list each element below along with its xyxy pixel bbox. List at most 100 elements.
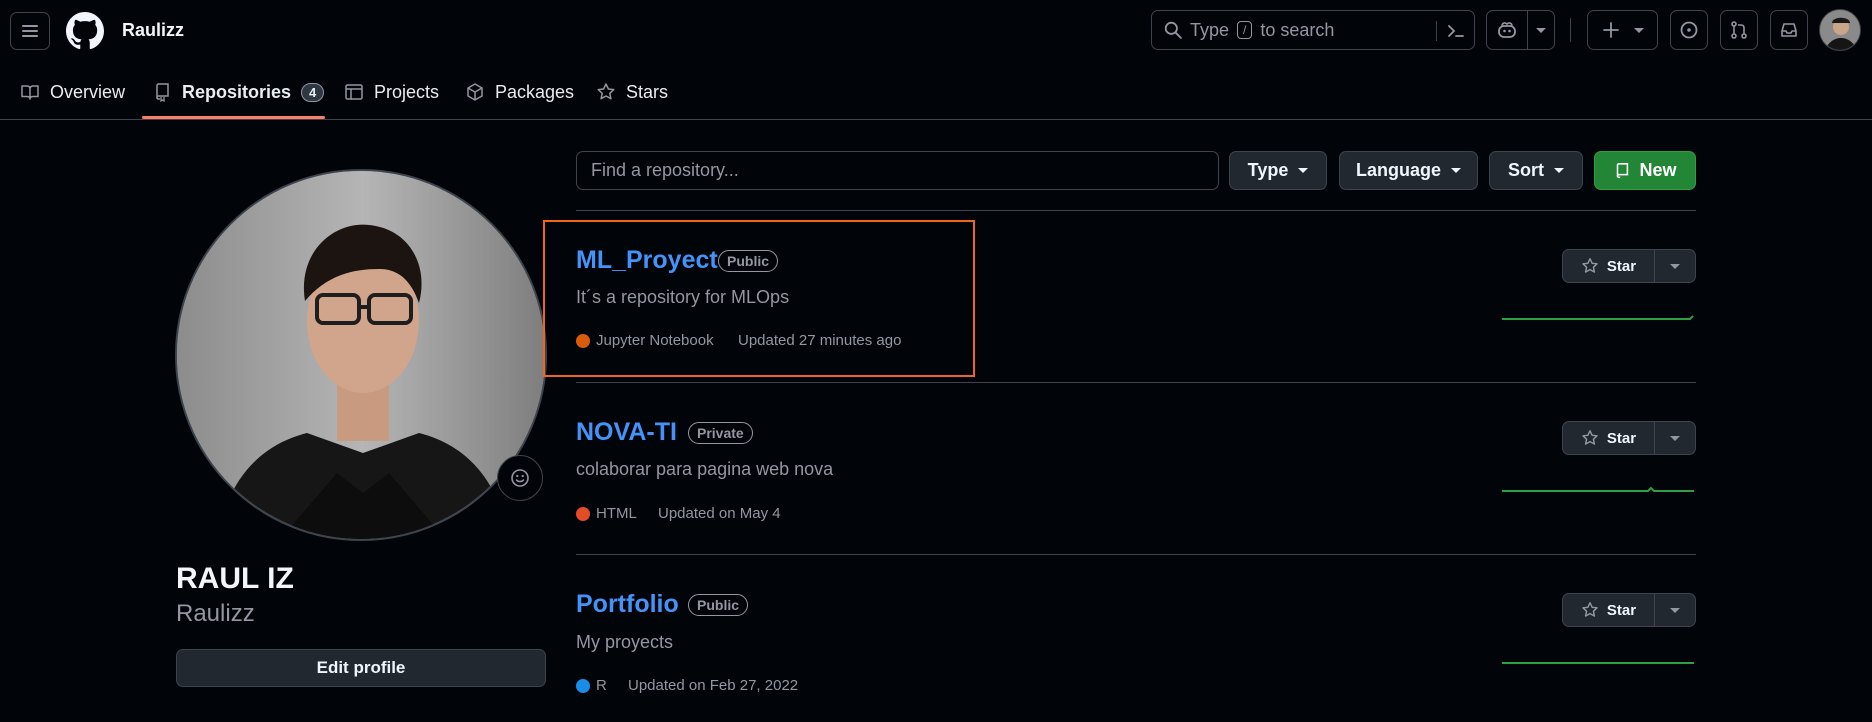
star-list-dropdown[interactable] [1655,250,1695,282]
smiley-icon [511,469,529,487]
type-filter-button[interactable]: Type [1229,151,1327,190]
star-icon [1582,602,1598,617]
activity-sparkline [1502,315,1694,320]
chevron-down-icon [1670,607,1680,613]
star-label: Star [1606,601,1637,619]
hamburger-icon [22,25,38,37]
repo-updated: Updated on May 4 [658,505,781,522]
sort-filter-button[interactable]: Sort [1489,151,1583,190]
tab-repositories[interactable]: Repositories 4 [152,72,325,112]
language-filter-button[interactable]: Language [1339,151,1478,190]
language-color-dot [576,678,590,693]
language-color-dot [576,333,590,348]
repo-description: My proyects [576,632,674,652]
repo-name-link[interactable]: Portfolio [576,590,679,619]
avatar[interactable] [1819,9,1861,51]
star-label: Star [1606,429,1637,447]
search-key-hint: / [1237,21,1253,39]
new-repository-label: New [1639,160,1677,180]
repo-language-label: Jupyter Notebook [596,332,714,349]
profile-photo[interactable] [175,169,547,541]
search-placeholder-pre: Type [1190,19,1230,40]
copilot-dropdown-button[interactable] [1527,10,1555,50]
repo-language: HTML [576,505,637,522]
pull-requests-button[interactable] [1720,10,1758,50]
command-palette-icon[interactable] [1446,21,1466,41]
profile-username: Raulizz [176,600,255,627]
copilot-button[interactable] [1486,10,1528,50]
issues-button[interactable] [1670,10,1708,50]
repo-visibility-badge: Public [718,250,779,272]
tab-projects[interactable]: Projects [344,72,439,112]
plus-icon [1602,22,1619,38]
chevron-down-icon [1670,263,1680,269]
chevron-down-icon [1554,168,1564,173]
list-divider [576,382,1696,383]
github-logo-icon[interactable] [66,12,104,50]
star-icon [1582,430,1598,445]
repo-icon [1617,162,1629,178]
repositories-count-badge: 4 [301,82,325,102]
star-button[interactable]: Star [1563,594,1655,626]
star-button[interactable]: Star [1563,250,1655,282]
chevron-down-icon [1451,168,1461,173]
nav-divider [0,119,1872,120]
pull-request-icon [1731,21,1747,39]
repo-visibility-badge: Public [688,594,749,616]
repo-description: colaborar para pagina web nova [576,459,834,479]
edit-profile-button[interactable]: Edit profile [176,649,546,687]
inbox-button[interactable] [1770,10,1808,50]
list-divider [576,554,1696,555]
tab-overview[interactable]: Overview [20,72,125,112]
tab-overview-label: Overview [50,81,126,102]
tab-packages-label: Packages [495,81,575,102]
issue-opened-icon [1680,21,1698,39]
copilot-icon [1498,22,1516,38]
tab-packages[interactable]: Packages [465,72,574,112]
star-button-group[interactable]: Star [1562,249,1696,283]
set-status-button[interactable] [497,455,543,501]
header-username[interactable]: Raulizz [122,20,184,41]
type-filter-label: Type [1247,160,1289,180]
chevron-down-icon [1633,27,1644,33]
language-filter-label: Language [1355,160,1441,180]
find-repository-input[interactable]: Find a repository... [576,151,1219,190]
package-icon [467,83,483,101]
chevron-down-icon [1298,168,1309,173]
profile-full-name: RAUL IZ [176,562,294,595]
star-button-group[interactable]: Star [1562,421,1696,455]
repo-name-link[interactable]: NOVA-TI [576,418,677,447]
create-new-button[interactable] [1587,10,1658,50]
repo-icon [156,83,169,102]
sort-filter-label: Sort [1508,160,1544,180]
star-button-group[interactable]: Star [1562,593,1696,627]
hamburger-menu-button[interactable] [10,12,50,50]
star-icon [1582,258,1598,273]
tab-projects-label: Projects [374,81,440,102]
activity-sparkline [1502,486,1694,492]
repo-language: Jupyter Notebook [576,332,714,349]
repo-description: It´s a repository for MLOps [576,287,790,307]
language-color-dot [576,506,590,521]
activity-sparkline [1502,662,1694,664]
star-list-dropdown[interactable] [1655,422,1695,454]
repo-language: R [576,677,607,694]
search-icon [1164,21,1182,39]
star-label: Star [1606,257,1637,275]
repo-name-link[interactable]: ML_Proyect [576,246,718,275]
new-repository-button[interactable]: New [1594,151,1696,190]
search-input[interactable]: Type / to search [1151,10,1475,50]
search-placeholder-post: to search [1260,19,1335,40]
repo-visibility-badge: Private [688,422,753,444]
book-icon [21,85,39,100]
find-repository-placeholder: Find a repository... [591,160,739,180]
tab-repositories-label: Repositories [182,81,292,102]
repo-language-label: R [596,677,607,694]
repo-updated: Updated on Feb 27, 2022 [628,677,799,694]
star-button[interactable]: Star [1563,422,1655,454]
star-list-dropdown[interactable] [1655,594,1695,626]
tab-stars[interactable]: Stars [596,72,668,112]
inbox-icon [1781,23,1797,37]
list-divider [576,210,1696,211]
table-icon [345,84,363,100]
